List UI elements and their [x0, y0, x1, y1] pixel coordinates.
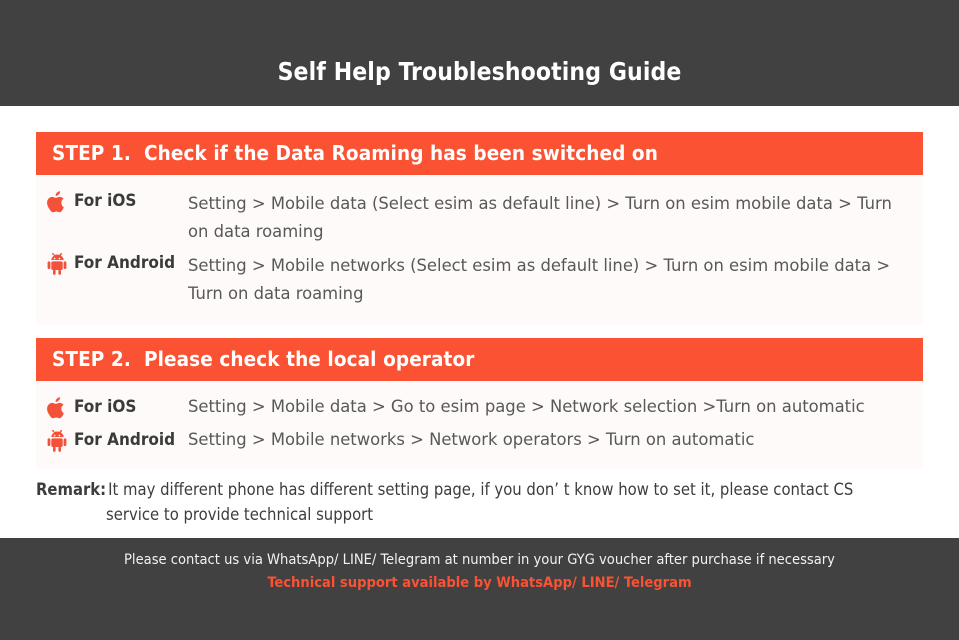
remark-text-2: service to provide technical support: [106, 505, 374, 524]
footer-support-text: Technical support available by WhatsApp/…: [267, 574, 692, 591]
remark-block: Remark: It may different phone has differ…: [36, 477, 926, 527]
panel-divider: [36, 325, 923, 338]
footer-bar: Please contact us via WhatsApp/ LINE/ Te…: [0, 538, 959, 640]
footer-contact-text: Please contact us via WhatsApp/ LINE/ Te…: [124, 551, 835, 568]
step-1-android-row: For Android Setting > Mobile networks (S…: [36, 249, 923, 311]
android-robot-icon: [47, 430, 67, 452]
page-title: Self Help Troubleshooting Guide: [277, 56, 682, 86]
step-1-android-label: For Android: [36, 252, 188, 275]
step-1-android-instructions: Setting > Mobile networks (Select esim a…: [188, 256, 891, 303]
step-1-ios-instructions: Setting > Mobile data (Select esim as de…: [188, 194, 892, 241]
remark-line-1: Remark: It may different phone has differ…: [36, 477, 926, 502]
step-1-android-platform: For Android: [74, 253, 176, 273]
step-2-ios-label: For iOS: [36, 396, 188, 419]
step-1-ios-label: For iOS: [36, 190, 188, 213]
step-2-android-instructions: Setting > Mobile networks > Network oper…: [188, 430, 755, 449]
step-1-ios-row: For iOS Setting > Mobile data (Select es…: [36, 187, 923, 249]
step-2-android-row: For Android Setting > Mobile networks > …: [36, 424, 923, 457]
step-2-banner: STEP 2. Please check the local operator: [36, 338, 923, 381]
troubleshooting-guide-page: Self Help Troubleshooting Guide STEP 1. …: [0, 0, 959, 640]
step-2-android-platform: For Android: [74, 430, 176, 450]
steps-container: STEP 1. Check if the Data Roaming has be…: [36, 132, 923, 469]
apple-logo-icon: [47, 191, 67, 213]
step-2-ios-platform: For iOS: [74, 397, 137, 417]
step-2-ios-instructions: Setting > Mobile data > Go to esim page …: [188, 397, 865, 416]
step-2-android-label: For Android: [36, 429, 188, 452]
remark-text-1: It may different phone has different set…: [108, 480, 854, 499]
apple-logo-icon: [47, 397, 67, 419]
android-robot-icon: [47, 253, 67, 275]
step-1-ios-platform: For iOS: [74, 191, 137, 211]
remark-label: Remark:: [36, 480, 107, 499]
step-1-panel: For iOS Setting > Mobile data (Select es…: [36, 175, 923, 325]
step-2-ios-row: For iOS Setting > Mobile data > Go to es…: [36, 391, 923, 424]
step-2-panel: For iOS Setting > Mobile data > Go to es…: [36, 381, 923, 469]
step-1-banner: STEP 1. Check if the Data Roaming has be…: [36, 132, 923, 175]
